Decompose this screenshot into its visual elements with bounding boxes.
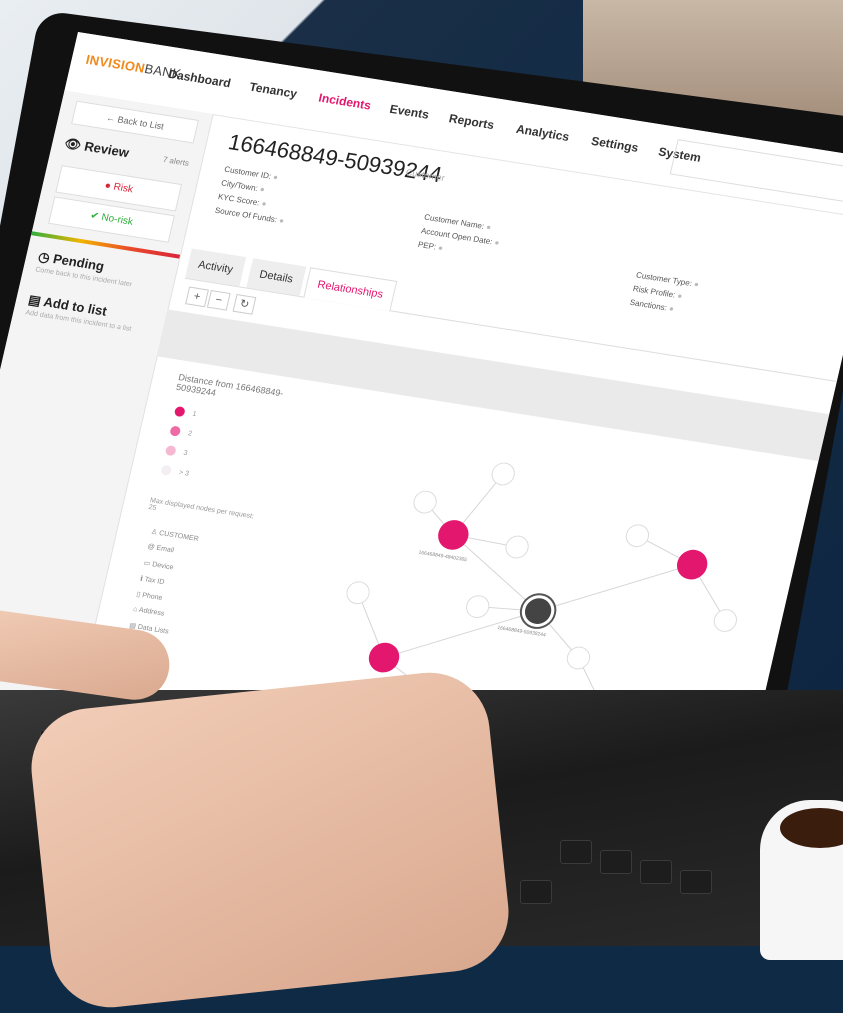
address-node-icon bbox=[566, 646, 591, 670]
eye-icon: 👁 bbox=[63, 135, 83, 153]
check-icon: ✔ bbox=[89, 210, 100, 223]
alert-icon: ● bbox=[103, 180, 113, 192]
legend-level-1-swatch bbox=[173, 405, 186, 418]
phone-icon: ▯ bbox=[135, 591, 142, 599]
clock-icon: ◷ bbox=[36, 248, 52, 266]
tab-details[interactable]: Details bbox=[246, 258, 307, 296]
max-nodes-note: Max displayed nodes per request: 25 bbox=[147, 497, 255, 521]
search-input[interactable] bbox=[669, 139, 843, 206]
email-node-icon bbox=[466, 595, 490, 618]
email-node-icon bbox=[625, 524, 650, 548]
nav-tenancy[interactable]: Tenancy bbox=[248, 80, 298, 101]
type-email: @ Email bbox=[146, 543, 175, 555]
customer-node-icon bbox=[368, 642, 400, 673]
field-pep: PEP: ● bbox=[417, 239, 445, 253]
nav-incidents[interactable]: Incidents bbox=[317, 91, 372, 113]
legend-level-3-swatch bbox=[164, 444, 177, 457]
node-a-label: 166468849-48402365 bbox=[418, 550, 468, 564]
person-icon: ♙ bbox=[150, 528, 158, 537]
type-address: ⌂ Address bbox=[132, 605, 166, 618]
legend-level-2-label: 2 bbox=[187, 430, 193, 438]
at-icon: @ bbox=[146, 543, 156, 552]
type-customer: ♙ CUSTOMER bbox=[150, 528, 200, 544]
field-city: City/Town: ● bbox=[220, 178, 266, 195]
zoom-in-button[interactable]: + bbox=[185, 286, 209, 308]
nav-settings[interactable]: Settings bbox=[590, 134, 640, 155]
review-heading: 👁 Review bbox=[63, 135, 131, 161]
nav-reports[interactable]: Reports bbox=[448, 111, 496, 132]
reset-view-button[interactable]: ↻ bbox=[232, 294, 257, 315]
field-sanctions: Sanctions: ● bbox=[628, 297, 675, 314]
type-tax-id: ℹ Tax ID bbox=[139, 575, 165, 587]
field-kyc-score: KYC Score: ● bbox=[217, 192, 268, 209]
tab-relationships[interactable]: Relationships bbox=[303, 267, 398, 312]
type-phone: ▯ Phone bbox=[135, 591, 164, 603]
nav-dashboard[interactable]: Dashboard bbox=[167, 67, 232, 90]
tab-activity[interactable]: Activity bbox=[185, 248, 247, 287]
alerts-count: 7 alerts bbox=[162, 154, 190, 168]
address-node-icon bbox=[346, 581, 370, 605]
address-node-icon bbox=[491, 462, 515, 486]
legend-level-3-label: 3 bbox=[182, 449, 189, 458]
customer-node-icon bbox=[676, 549, 708, 580]
device-icon: ▭ bbox=[142, 559, 152, 568]
legend-level-1-label: 1 bbox=[191, 410, 198, 419]
legend-level-4-swatch bbox=[160, 464, 173, 476]
type-device: ▭ Device bbox=[142, 559, 175, 572]
phone-node-icon bbox=[505, 535, 529, 559]
legend-level-2-swatch bbox=[169, 425, 182, 437]
device-node-icon bbox=[413, 490, 437, 514]
nav-analytics[interactable]: Analytics bbox=[515, 122, 571, 144]
field-source-of-funds: Source Of Funds: ● bbox=[214, 205, 285, 226]
right-hand bbox=[25, 666, 515, 1013]
legend-level-4-label: > 3 bbox=[178, 469, 190, 478]
device-node-icon bbox=[713, 609, 737, 632]
zoom-out-button[interactable]: − bbox=[206, 289, 231, 311]
list-icon: ▤ bbox=[26, 291, 43, 309]
nav-events[interactable]: Events bbox=[388, 102, 430, 122]
distance-legend-title: Distance from 166468849-50939244 bbox=[175, 372, 285, 399]
